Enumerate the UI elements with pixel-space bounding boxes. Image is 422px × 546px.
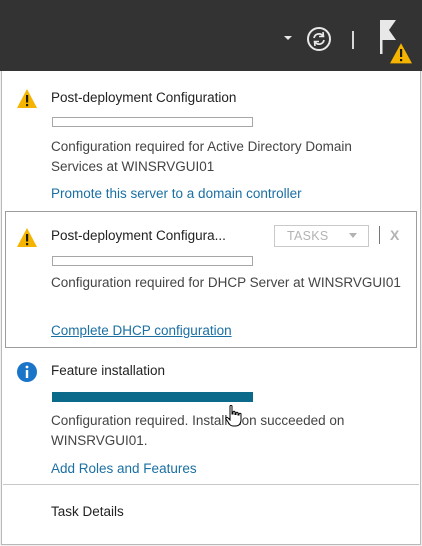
top-toolbar	[0, 0, 422, 71]
warning-icon	[17, 89, 37, 108]
tasks-label: TASKS	[287, 229, 329, 243]
separator	[379, 226, 380, 244]
complete-dhcp-configuration-link[interactable]: Complete DHCP configuration	[51, 323, 232, 338]
chevron-down-icon[interactable]	[284, 36, 292, 40]
progress-bar	[52, 392, 253, 402]
notification-description: Configuration required for DHCP Server a…	[51, 275, 401, 290]
notification-description: Configuration required for Active Direct…	[51, 139, 352, 174]
progress-bar	[52, 117, 253, 127]
task-details-link[interactable]: Task Details	[51, 504, 124, 519]
add-roles-and-features-link[interactable]: Add Roles and Features	[51, 461, 197, 476]
info-icon	[17, 362, 37, 382]
warning-icon	[17, 228, 37, 247]
progress-fill	[53, 393, 252, 401]
progress-bar	[52, 256, 253, 266]
notification-item: Post-deployment Configuration Configurat…	[2, 71, 420, 211]
notification-title: Feature installation	[51, 363, 166, 378]
warning-icon	[387, 40, 414, 65]
refresh-icon[interactable]	[306, 26, 332, 52]
notification-title: Post-deployment Configura...	[51, 228, 226, 243]
notifications-panel: Post-deployment Configuration Configurat…	[1, 71, 421, 545]
dismiss-button[interactable]: X	[390, 226, 404, 244]
tasks-dropdown-button[interactable]: TASKS	[274, 225, 369, 247]
promote-domain-controller-link[interactable]: Promote this server to a domain controll…	[51, 186, 302, 201]
notification-flag-icon[interactable]	[374, 18, 414, 66]
chevron-down-icon	[349, 233, 357, 238]
toolbar-separator	[352, 31, 354, 49]
notification-title: Post-deployment Configuration	[51, 90, 237, 105]
hand-cursor-icon	[225, 405, 242, 427]
divider	[3, 484, 419, 485]
